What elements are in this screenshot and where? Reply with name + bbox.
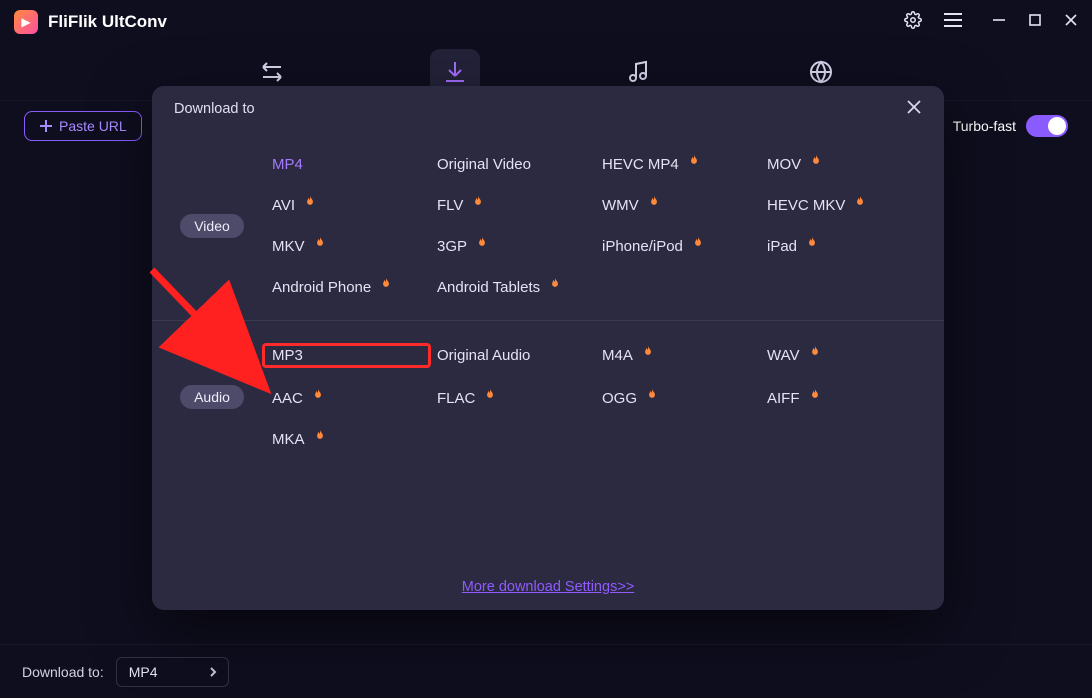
flame-icon	[641, 345, 655, 359]
window-maximize-icon[interactable]	[1028, 13, 1042, 32]
format-option-label: Original Video	[437, 156, 531, 173]
flame-icon	[809, 154, 823, 168]
format-option-aiff[interactable]: AIFF	[767, 390, 924, 407]
format-option-label: HEVC MKV	[767, 197, 845, 214]
format-option-mkv[interactable]: MKV	[272, 238, 429, 255]
bottombar: Download to: MP4	[0, 644, 1092, 698]
format-option-label: AIFF	[767, 390, 800, 407]
flame-icon	[645, 388, 659, 402]
modal-header: Download to	[152, 86, 944, 132]
format-option-label: MOV	[767, 156, 801, 173]
format-option-label: MKA	[272, 431, 305, 448]
format-option-label: 3GP	[437, 238, 467, 255]
format-option-label: AAC	[272, 390, 303, 407]
more-download-settings-link[interactable]: More download Settings>>	[462, 579, 635, 595]
section-label: Video	[152, 156, 272, 296]
format-option-avi[interactable]: AVI	[272, 197, 429, 214]
flame-icon	[313, 236, 327, 250]
format-option-original-video[interactable]: Original Video	[437, 156, 594, 173]
format-option-label: FLV	[437, 197, 463, 214]
format-option-label: Android Tablets	[437, 279, 540, 296]
section-chip-video: Video	[180, 214, 244, 238]
format-option-label: AVI	[272, 197, 295, 214]
play-icon: ▶	[21, 15, 30, 29]
window-minimize-icon[interactable]	[992, 13, 1006, 32]
paste-url-label: Paste URL	[59, 118, 127, 134]
download-format-select[interactable]: MP4	[116, 657, 229, 687]
format-option-ogg[interactable]: OGG	[602, 390, 759, 407]
format-option-label: FLAC	[437, 390, 475, 407]
flame-icon	[687, 154, 701, 168]
titlebar: ▶ FliFlik UltConv	[0, 0, 1092, 44]
section-chip-audio: Audio	[180, 385, 244, 409]
format-option-android-phone[interactable]: Android Phone	[272, 279, 429, 296]
flame-icon	[808, 345, 822, 359]
format-section-audio: Audio MP3 Original Audio M4A WAV AAC FLAC OGG AI…	[152, 320, 944, 472]
flame-icon	[483, 388, 497, 402]
format-option-label: MKV	[272, 238, 305, 255]
modal-title: Download to	[174, 101, 255, 117]
download-format-value: MP4	[129, 664, 158, 680]
format-option-label: WMV	[602, 197, 639, 214]
format-option-flac[interactable]: FLAC	[437, 390, 594, 407]
format-option-mov[interactable]: MOV	[767, 156, 924, 173]
format-option-m4a[interactable]: M4A	[602, 345, 759, 366]
format-option-mka[interactable]: MKA	[272, 431, 429, 448]
flame-icon	[548, 277, 562, 291]
format-option-label: M4A	[602, 347, 633, 364]
menu-icon[interactable]	[944, 13, 962, 32]
format-option-flv[interactable]: FLV	[437, 197, 594, 214]
flame-icon	[313, 429, 327, 443]
format-option-label: MP3	[272, 347, 303, 364]
format-option-aac[interactable]: AAC	[272, 390, 429, 407]
format-option-hevc-mp4[interactable]: HEVC MP4	[602, 156, 759, 173]
settings-gear-icon[interactable]	[904, 11, 922, 34]
flame-icon	[853, 195, 867, 209]
download-to-modal: Download to Video MP4 Original Video HEVC M…	[152, 86, 944, 610]
format-grid: MP3 Original Audio M4A WAV AAC FLAC OGG AIFF MKA	[272, 345, 944, 448]
turbo-toggle[interactable]	[1026, 115, 1068, 137]
turbo-toggle-group: Turbo-fast	[953, 115, 1068, 137]
format-option-mp4[interactable]: MP4	[272, 156, 429, 173]
format-option-label: OGG	[602, 390, 637, 407]
format-option-label: WAV	[767, 347, 800, 364]
flame-icon	[311, 388, 325, 402]
flame-icon	[475, 236, 489, 250]
format-option-hevc-mkv[interactable]: HEVC MKV	[767, 197, 924, 214]
flame-icon	[471, 195, 485, 209]
format-option-label: Original Audio	[437, 347, 530, 364]
download-to-label: Download to:	[22, 664, 104, 680]
flame-icon	[303, 195, 317, 209]
format-option-wav[interactable]: WAV	[767, 345, 924, 366]
flame-icon	[379, 277, 393, 291]
flame-icon	[691, 236, 705, 250]
format-option-android-tablets[interactable]: Android Tablets	[437, 279, 594, 296]
app-logo: ▶	[14, 10, 38, 34]
paste-url-button[interactable]: Paste URL	[24, 111, 142, 141]
format-grid: MP4 Original Video HEVC MP4 MOV AVI FLV WMV HEV…	[272, 156, 944, 296]
format-option-label: iPhone/iPod	[602, 238, 683, 255]
flame-icon	[808, 388, 822, 402]
window-close-icon[interactable]	[1064, 13, 1078, 32]
format-option-original-audio[interactable]: Original Audio	[437, 345, 594, 366]
more-settings-row: More download Settings>>	[152, 578, 944, 596]
format-option-label: iPad	[767, 238, 797, 255]
format-section-video: Video MP4 Original Video HEVC MP4 MOV AVI FLV W…	[152, 132, 944, 320]
app-title: FliFlik UltConv	[48, 12, 167, 32]
format-option-wmv[interactable]: WMV	[602, 197, 759, 214]
format-option-label: Android Phone	[272, 279, 371, 296]
section-label: Audio	[152, 345, 272, 448]
format-option-ipad[interactable]: iPad	[767, 238, 924, 255]
turbo-label: Turbo-fast	[953, 118, 1016, 134]
format-option-label: HEVC MP4	[602, 156, 679, 173]
flame-icon	[805, 236, 819, 250]
format-option-mp3[interactable]: MP3	[264, 345, 429, 366]
format-option-3gp[interactable]: 3GP	[437, 238, 594, 255]
modal-body: Video MP4 Original Video HEVC MP4 MOV AVI FLV W…	[152, 132, 944, 560]
format-option-label: MP4	[272, 156, 303, 173]
modal-close-button[interactable]	[906, 99, 922, 119]
format-option-iphone-ipod[interactable]: iPhone/iPod	[602, 238, 759, 255]
flame-icon	[647, 195, 661, 209]
